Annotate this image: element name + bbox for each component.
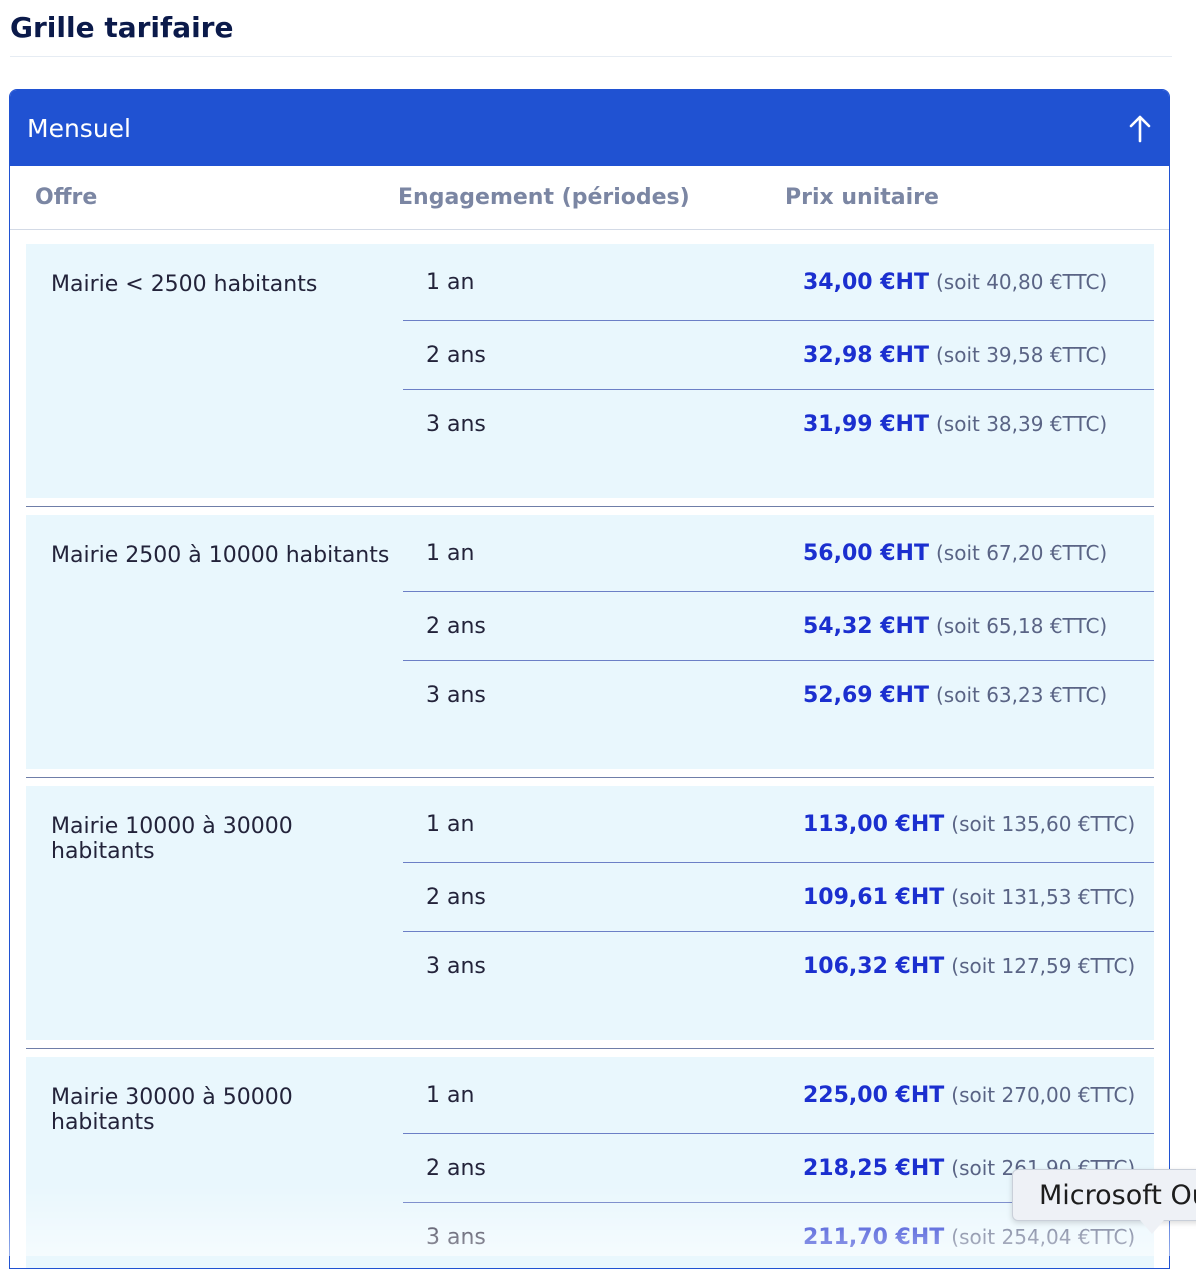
price-ht: 113,00 €HT	[803, 811, 945, 837]
price-ttc: (soit 39,58 €TTC)	[935, 342, 1108, 367]
unit-price: 225,00 €HT (soit 270,00 €TTC)	[803, 1083, 1154, 1108]
offer-name: Mairie 2500 à 10000 habitants	[51, 543, 390, 568]
column-header-unit-price: Prix unitaire	[785, 185, 939, 210]
price-ttc: (soit 131,53 €TTC)	[951, 884, 1136, 909]
table-row: 1 an 34,00 €HT (soit 40,80 €TTC)	[403, 244, 1154, 321]
price-ttc: (soit 65,18 €TTC)	[935, 613, 1108, 638]
engagement-period: 1 an	[426, 540, 475, 566]
tooltip-tail	[1140, 1220, 1164, 1234]
price-ht: 106,32 €HT	[803, 954, 945, 979]
price-ht: 225,00 €HT	[803, 1082, 945, 1108]
price-ttc: (soit 254,04 €TTC)	[951, 1225, 1136, 1249]
price-ht: 56,00 €HT	[803, 540, 929, 566]
table-row: 1 an 113,00 €HT (soit 135,60 €TTC)	[403, 786, 1154, 863]
pricing-group: Mairie 2500 à 10000 habitants 1 an 56,00…	[26, 515, 1154, 769]
group-divider	[26, 498, 1154, 515]
engagement-period: 2 ans	[426, 342, 486, 368]
price-ttc: (soit 67,20 €TTC)	[935, 540, 1108, 565]
unit-price: 52,69 €HT (soit 63,23 €TTC)	[803, 683, 1154, 708]
page-title: Grille tarifaire	[10, 11, 234, 44]
offer-name: Mairie 30000 à 50000 habitants	[51, 1085, 293, 1135]
engagement-period: 2 ans	[426, 1155, 486, 1181]
price-ht: 31,99 €HT	[803, 412, 929, 437]
pricing-group: Mairie 10000 à 30000 habitants 1 an 113,…	[26, 786, 1154, 1040]
group-divider	[26, 769, 1154, 786]
unit-price: 56,00 €HT (soit 67,20 €TTC)	[803, 541, 1154, 566]
pricing-group: Mairie < 2500 habitants 1 an 34,00 €HT (…	[26, 244, 1154, 498]
pricing-rows: 1 an 34,00 €HT (soit 40,80 €TTC) 2 ans 3…	[403, 244, 1154, 498]
column-header-offer: Offre	[35, 185, 98, 210]
pricing-group: Mairie 30000 à 50000 habitants 1 an 225,…	[26, 1057, 1154, 1268]
group-divider	[26, 1040, 1154, 1057]
price-ht: 34,00 €HT	[803, 269, 929, 295]
accordion-header[interactable]: Mensuel	[10, 90, 1169, 166]
offer-name: Mairie < 2500 habitants	[51, 272, 318, 297]
price-ht: 32,98 €HT	[803, 342, 929, 368]
engagement-period: 2 ans	[426, 884, 486, 910]
engagement-period: 3 ans	[426, 412, 486, 437]
unit-price: 211,70 €HT (soit 254,04 €TTC)	[803, 1225, 1154, 1250]
title-divider	[10, 56, 1172, 57]
accordion-title: Mensuel	[27, 113, 131, 143]
table-row: 3 ans 52,69 €HT (soit 63,23 €TTC)	[403, 661, 1154, 730]
unit-price: 31,99 €HT (soit 38,39 €TTC)	[803, 412, 1154, 437]
unit-price: 54,32 €HT (soit 65,18 €TTC)	[803, 614, 1154, 639]
price-ttc: (soit 270,00 €TTC)	[951, 1082, 1136, 1107]
pricing-rows: 1 an 56,00 €HT (soit 67,20 €TTC) 2 ans 5…	[403, 515, 1154, 769]
offer-name: Mairie 10000 à 30000 habitants	[51, 814, 293, 864]
unit-price: 109,61 €HT (soit 131,53 €TTC)	[803, 885, 1154, 910]
app-tooltip: Microsoft Ou	[1012, 1169, 1196, 1221]
arrow-up-icon[interactable]	[1127, 113, 1153, 143]
price-ttc: (soit 135,60 €TTC)	[951, 811, 1136, 836]
price-ht: 54,32 €HT	[803, 613, 929, 639]
engagement-period: 3 ans	[426, 954, 486, 979]
price-ht: 218,25 €HT	[803, 1155, 945, 1181]
engagement-period: 1 an	[426, 269, 475, 295]
table-row: 1 an 225,00 €HT (soit 270,00 €TTC)	[403, 1057, 1154, 1134]
pricing-rows: 1 an 113,00 €HT (soit 135,60 €TTC) 2 ans…	[403, 786, 1154, 1040]
engagement-period: 1 an	[426, 811, 475, 837]
engagement-period: 2 ans	[426, 613, 486, 639]
price-ht: 109,61 €HT	[803, 884, 945, 910]
column-header-engagement: Engagement (périodes)	[398, 185, 690, 210]
table-row: 2 ans 109,61 €HT (soit 131,53 €TTC)	[403, 863, 1154, 932]
price-ttc: (soit 38,39 €TTC)	[935, 412, 1108, 436]
price-ttc: (soit 127,59 €TTC)	[951, 954, 1136, 978]
engagement-period: 3 ans	[426, 1225, 486, 1250]
unit-price: 113,00 €HT (soit 135,60 €TTC)	[803, 812, 1154, 837]
table-row: 3 ans 106,32 €HT (soit 127,59 €TTC)	[403, 932, 1154, 1001]
price-ttc: (soit 40,80 €TTC)	[935, 269, 1108, 294]
table-row: 2 ans 32,98 €HT (soit 39,58 €TTC)	[403, 321, 1154, 390]
unit-price: 32,98 €HT (soit 39,58 €TTC)	[803, 343, 1154, 368]
pricing-accordion: Mensuel Offre Engagement (périodes) Prix…	[9, 89, 1170, 1269]
unit-price: 106,32 €HT (soit 127,59 €TTC)	[803, 954, 1154, 979]
pricing-rows: 1 an 225,00 €HT (soit 270,00 €TTC) 2 ans…	[403, 1057, 1154, 1268]
price-ht: 52,69 €HT	[803, 683, 929, 708]
pricing-groups: Mairie < 2500 habitants 1 an 34,00 €HT (…	[10, 230, 1169, 1268]
unit-price: 34,00 €HT (soit 40,80 €TTC)	[803, 270, 1154, 295]
price-ht: 211,70 €HT	[803, 1225, 945, 1250]
table-header: Offre Engagement (périodes) Prix unitair…	[10, 166, 1169, 230]
engagement-period: 1 an	[426, 1082, 475, 1108]
price-ttc: (soit 63,23 €TTC)	[935, 683, 1108, 707]
table-row: 3 ans 31,99 €HT (soit 38,39 €TTC)	[403, 390, 1154, 459]
engagement-period: 3 ans	[426, 683, 486, 708]
table-row: 2 ans 54,32 €HT (soit 65,18 €TTC)	[403, 592, 1154, 661]
table-row: 1 an 56,00 €HT (soit 67,20 €TTC)	[403, 515, 1154, 592]
